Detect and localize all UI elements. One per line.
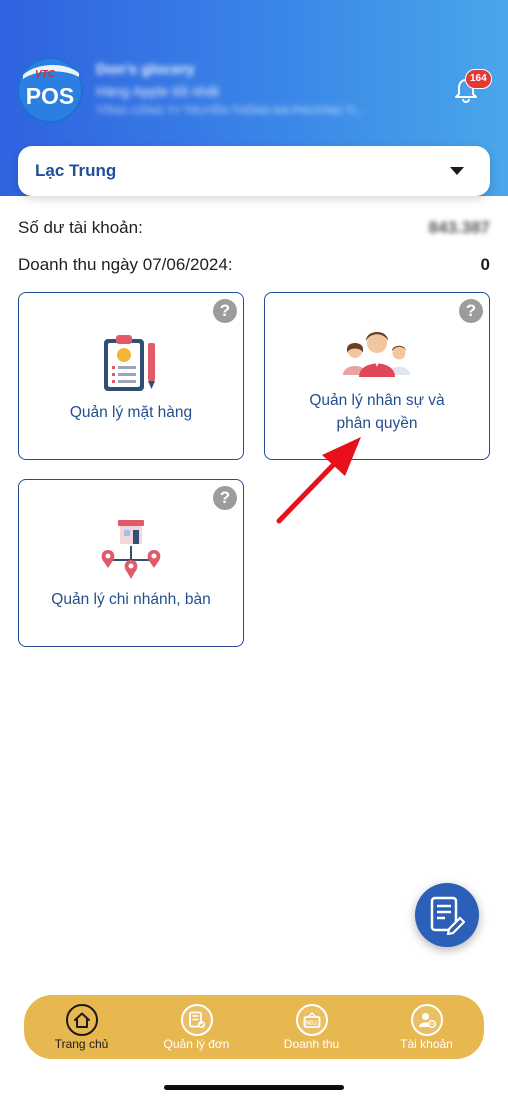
nav-home-label: Trang chủ — [54, 1037, 109, 1051]
home-icon — [66, 1004, 98, 1036]
nav-revenue[interactable]: SELL Doanh thu — [254, 995, 369, 1059]
nav-account[interactable]: Tài khoản — [369, 995, 484, 1059]
home-indicator — [164, 1085, 344, 1090]
order-list-icon — [181, 1004, 213, 1036]
nav-revenue-label: Doanh thu — [283, 1037, 340, 1051]
bottom-navigation: Trang chủ Quản lý đơn SELL Doanh thu Tài… — [24, 995, 484, 1059]
document-edit-icon — [430, 896, 465, 935]
nav-account-label: Tài khoản — [400, 1037, 453, 1051]
sell-sign-icon: SELL — [296, 1004, 328, 1036]
user-settings-icon — [411, 1004, 443, 1036]
svg-text:SELL: SELL — [306, 1021, 319, 1027]
nav-orders-label: Quản lý đơn — [163, 1037, 230, 1051]
nav-orders[interactable]: Quản lý đơn — [139, 995, 254, 1059]
notes-fab-button[interactable] — [415, 883, 479, 947]
nav-home[interactable]: Trang chủ — [24, 995, 139, 1059]
